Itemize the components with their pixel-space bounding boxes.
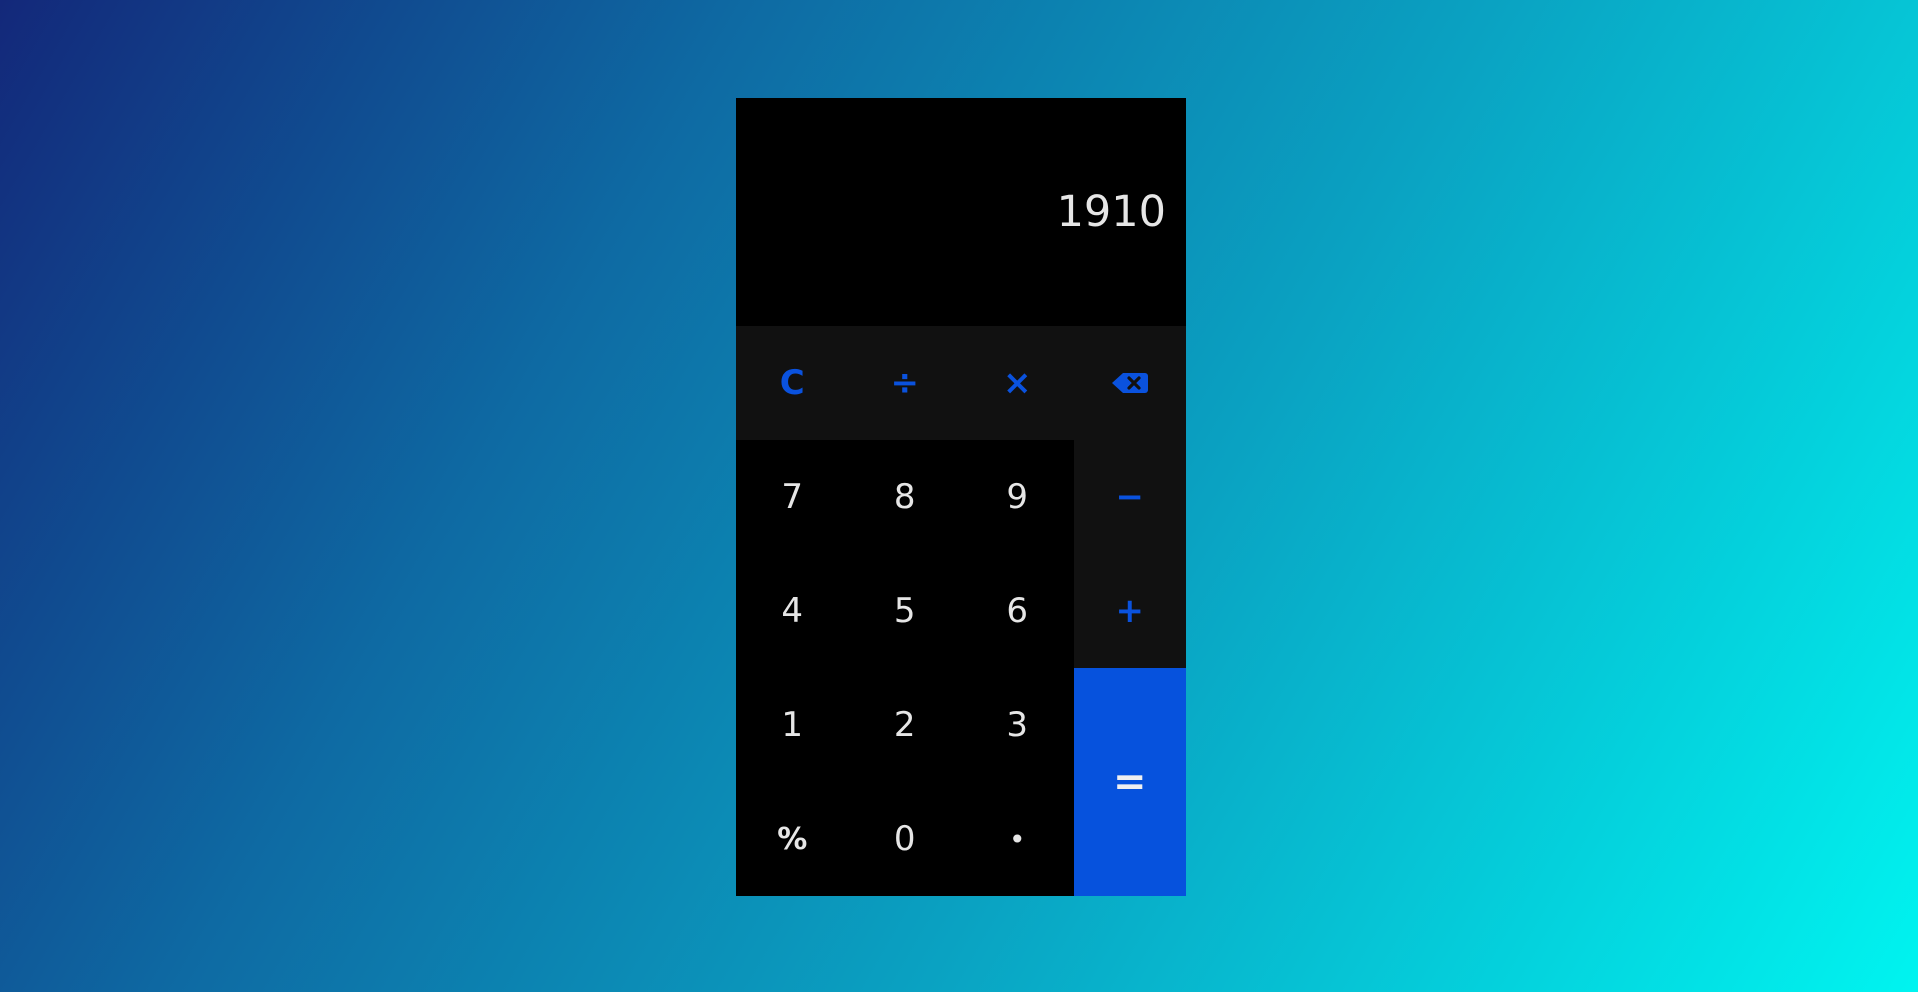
- digit-8-button[interactable]: 8: [848, 440, 961, 554]
- digit-1-button[interactable]: 1: [736, 668, 849, 782]
- backspace-button[interactable]: [1073, 326, 1186, 440]
- keypad: C ÷ × 7 8 9 − 4 5 6 + 1 2 3 = % 0 •: [736, 326, 1186, 896]
- multiply-button[interactable]: ×: [961, 326, 1074, 440]
- digit-3-button[interactable]: 3: [961, 668, 1074, 782]
- digit-6-button[interactable]: 6: [961, 554, 1074, 668]
- display-value: 1910: [1056, 187, 1166, 237]
- display: 1910: [736, 98, 1186, 326]
- digit-9-button[interactable]: 9: [961, 440, 1074, 554]
- backspace-icon: [1111, 371, 1149, 395]
- plus-button[interactable]: +: [1073, 554, 1186, 668]
- digit-5-button[interactable]: 5: [848, 554, 961, 668]
- digit-4-button[interactable]: 4: [736, 554, 849, 668]
- decimal-button[interactable]: •: [961, 782, 1074, 896]
- digit-2-button[interactable]: 2: [848, 668, 961, 782]
- digit-7-button[interactable]: 7: [736, 440, 849, 554]
- equals-button[interactable]: =: [1073, 668, 1186, 896]
- calculator: 1910 C ÷ × 7 8 9 − 4 5 6 + 1 2 3 = % 0 •: [736, 98, 1186, 896]
- divide-button[interactable]: ÷: [848, 326, 961, 440]
- percent-button[interactable]: %: [736, 782, 849, 896]
- clear-button[interactable]: C: [736, 326, 849, 440]
- digit-0-button[interactable]: 0: [848, 782, 961, 896]
- minus-button[interactable]: −: [1073, 440, 1186, 554]
